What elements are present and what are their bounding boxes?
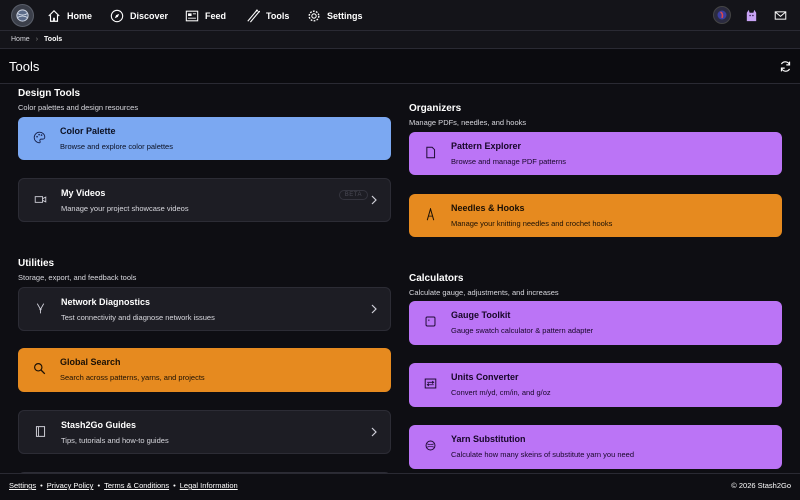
section-desc-calculators: Calculate gauge, adjustments, and increa… <box>409 288 559 297</box>
card-desc: Browse and manage PDF patterns <box>451 157 567 166</box>
home-icon <box>48 9 60 22</box>
card-network-diagnostics[interactable]: Network Diagnostics Test connectivity an… <box>18 287 391 331</box>
card-title: Pattern Explorer <box>451 141 522 151</box>
chevron-right-icon <box>371 304 377 314</box>
footer-link-terms[interactable]: Terms & Conditions <box>104 481 169 490</box>
card-color-palette[interactable]: Color Palette Browse and explore color p… <box>18 117 391 160</box>
section-desc-utilities: Storage, export, and feedback tools <box>18 273 137 282</box>
card-my-videos[interactable]: My Videos Manage your project showcase v… <box>18 178 391 222</box>
breadcrumb-home[interactable]: Home <box>11 36 30 43</box>
breadcrumb-separator: › <box>35 36 39 43</box>
avatar-icon <box>717 10 727 20</box>
beta-badge: BETA <box>338 190 368 200</box>
section-title-organizers: Organizers <box>409 103 462 114</box>
chevron-right-icon <box>371 427 377 437</box>
card-desc: Manage your knitting needles and crochet… <box>451 219 613 228</box>
refresh-icon[interactable] <box>779 60 792 73</box>
compass-icon <box>110 9 124 22</box>
card-guides[interactable]: Stash2Go Guides Tips, tutorials and how-… <box>18 410 391 454</box>
card-pattern-explorer[interactable]: Pattern Explorer Browse and manage PDF p… <box>409 132 782 175</box>
section-title-design: Design Tools <box>18 88 81 99</box>
card-title: Color Palette <box>60 126 116 136</box>
card-title: My Videos <box>61 188 106 198</box>
page-header: Tools <box>0 49 800 84</box>
yarn-logo-icon <box>16 9 29 22</box>
card-gauge-toolkit[interactable]: Gauge Toolkit Gauge swatch calculator & … <box>409 301 782 345</box>
gauge-swatch-icon <box>424 315 437 328</box>
needles-icon <box>247 9 260 22</box>
card-desc: Convert m/yd, cm/in, and g/oz <box>451 388 551 397</box>
card-title: Units Converter <box>451 372 519 382</box>
chevron-right-icon <box>371 195 377 205</box>
card-desc: Calculate how many skeins of substitute … <box>451 450 635 459</box>
footer-separator: • <box>40 481 43 490</box>
card-needles-hooks[interactable]: Needles & Hooks Manage your knitting nee… <box>409 194 782 237</box>
card-desc: Search across patterns, yarns, and proje… <box>60 373 205 382</box>
app-logo[interactable] <box>11 4 34 27</box>
book-icon <box>34 425 47 438</box>
nav-settings-label: Settings <box>327 10 363 21</box>
nav-home-label: Home <box>67 10 93 21</box>
footer-link-privacy[interactable]: Privacy Policy <box>47 481 94 490</box>
card-title: Yarn Substitution <box>451 434 526 444</box>
converter-icon <box>424 377 437 390</box>
network-icon <box>34 302 47 315</box>
card-yarn-substitution[interactable]: Yarn Substitution Calculate how many ske… <box>409 425 782 469</box>
user-avatar[interactable] <box>713 6 731 24</box>
footer-copyright: © 2026 Stash2Go <box>731 481 791 490</box>
nav-feed[interactable]: Feed <box>185 0 226 31</box>
section-title-calculators: Calculators <box>409 273 464 284</box>
breadcrumb: Home › Tools <box>0 31 800 49</box>
breadcrumb-current: Tools <box>44 36 63 43</box>
card-desc: Browse and explore color palettes <box>60 142 173 151</box>
mascot-button[interactable] <box>743 6 759 24</box>
section-desc-design: Color palettes and design resources <box>18 103 139 112</box>
top-navigation: Home Discover Feed Tools Settings <box>0 0 800 31</box>
footer: Settings • Privacy Policy • Terms & Cond… <box>0 473 800 500</box>
card-desc: Test connectivity and diagnose network i… <box>61 313 215 322</box>
feed-icon <box>185 10 199 21</box>
nav-discover[interactable]: Discover <box>110 0 168 31</box>
tools-content: Design Tools Color palettes and design r… <box>0 84 800 473</box>
video-icon <box>34 193 47 206</box>
gear-icon <box>308 9 320 22</box>
card-units-converter[interactable]: Units Converter Convert m/yd, cm/in, and… <box>409 363 782 407</box>
palette-icon <box>33 131 46 144</box>
page-title: Tools <box>9 59 40 74</box>
card-global-search[interactable]: Global Search Search across patterns, ya… <box>18 348 391 392</box>
nav-tools[interactable]: Tools <box>246 0 289 31</box>
search-icon <box>33 362 46 375</box>
card-title: Gauge Toolkit <box>451 310 511 320</box>
footer-link-legal[interactable]: Legal Information <box>180 481 238 490</box>
nav-discover-label: Discover <box>130 10 169 21</box>
mail-icon <box>774 10 786 20</box>
footer-links: Settings • Privacy Policy • Terms & Cond… <box>9 481 238 490</box>
card-desc: Gauge swatch calculator & pattern adapte… <box>451 326 594 335</box>
footer-separator: • <box>173 481 176 490</box>
nav-home[interactable]: Home <box>47 0 92 31</box>
footer-separator: • <box>97 481 101 490</box>
cat-mascot-icon <box>746 9 756 21</box>
card-title: Network Diagnostics <box>61 297 151 307</box>
card-title: Stash2Go Guides <box>61 420 137 430</box>
needles-hooks-icon <box>424 207 437 221</box>
card-title: Global Search <box>60 357 121 367</box>
nav-feed-label: Feed <box>205 10 227 21</box>
messages-button[interactable] <box>773 6 787 24</box>
nav-settings[interactable]: Settings <box>307 0 363 31</box>
card-desc: Manage your project showcase videos <box>61 204 189 213</box>
nav-tools-label: Tools <box>266 10 290 21</box>
card-desc: Tips, tutorials and how-to guides <box>61 436 169 445</box>
section-title-utilities: Utilities <box>18 258 55 269</box>
section-desc-organizers: Manage PDFs, needles, and hooks <box>409 118 527 127</box>
yarn-ball-icon <box>424 439 437 452</box>
document-icon <box>424 146 437 159</box>
card-title: Needles & Hooks <box>451 203 525 213</box>
footer-link-settings[interactable]: Settings <box>9 481 36 490</box>
